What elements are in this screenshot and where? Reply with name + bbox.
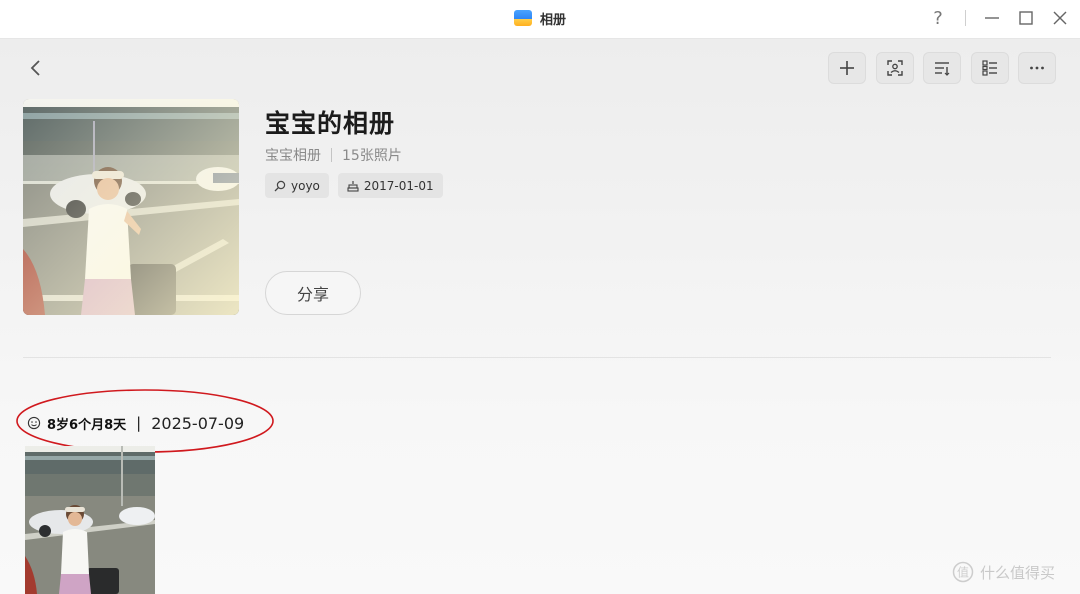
add-button[interactable] bbox=[828, 52, 866, 84]
help-button[interactable]: ? bbox=[926, 6, 950, 30]
person-name: yoyo bbox=[291, 178, 320, 193]
album-cover-photo[interactable] bbox=[23, 99, 239, 315]
meta-divider bbox=[331, 148, 332, 162]
album-tags: yoyo 2017-01-01 bbox=[265, 173, 443, 198]
search-person-icon bbox=[274, 180, 286, 191]
sort-button[interactable] bbox=[923, 52, 961, 84]
maximize-button[interactable] bbox=[1014, 6, 1038, 30]
birth-date-tag[interactable]: 2017-01-01 bbox=[337, 173, 443, 198]
close-icon bbox=[1053, 11, 1067, 25]
photos-app-icon bbox=[514, 10, 532, 26]
red-annotation-ellipse bbox=[16, 389, 274, 453]
more-button[interactable] bbox=[1018, 52, 1056, 84]
face-scan-icon bbox=[887, 60, 903, 76]
more-icon bbox=[1030, 66, 1044, 70]
window-title: 相册 bbox=[540, 12, 567, 28]
album-meta: 宝宝相册 15张照片 bbox=[265, 145, 402, 165]
person-tag[interactable]: yoyo bbox=[265, 173, 329, 198]
cover-photo-image bbox=[23, 99, 239, 315]
app-title: 相册 bbox=[514, 8, 566, 28]
titlebar-divider bbox=[965, 10, 966, 26]
plus-icon bbox=[840, 61, 854, 75]
list-view-button[interactable] bbox=[971, 52, 1009, 84]
svg-text:值: 值 bbox=[957, 565, 969, 580]
album-type: 宝宝相册 bbox=[265, 148, 321, 164]
album-title: 宝宝的相册 bbox=[265, 109, 396, 138]
minimize-button[interactable] bbox=[980, 6, 1004, 30]
watermark-logo-icon: 值 bbox=[952, 561, 974, 583]
section-divider bbox=[23, 357, 1051, 358]
cake-icon bbox=[347, 180, 359, 192]
watermark: 值 什么值得买 bbox=[952, 561, 1055, 583]
watermark-text: 什么值得买 bbox=[980, 563, 1056, 582]
photo-count: 15张照片 bbox=[342, 148, 402, 164]
maximize-icon bbox=[1019, 11, 1033, 25]
birth-date: 2017-01-01 bbox=[363, 178, 434, 193]
share-button[interactable]: 分享 bbox=[265, 271, 361, 315]
face-scan-button[interactable] bbox=[876, 52, 914, 84]
help-icon: ? bbox=[933, 7, 943, 29]
title-bar: 相册 ? bbox=[0, 0, 1080, 39]
close-button[interactable] bbox=[1048, 6, 1072, 30]
list-view-icon bbox=[982, 60, 997, 76]
photo-thumbnail[interactable] bbox=[25, 446, 155, 594]
thumbnail-image bbox=[25, 446, 155, 594]
sort-icon bbox=[935, 62, 950, 76]
minimize-icon bbox=[985, 17, 999, 19]
back-button[interactable] bbox=[24, 56, 48, 80]
chevron-left-icon bbox=[30, 60, 40, 76]
